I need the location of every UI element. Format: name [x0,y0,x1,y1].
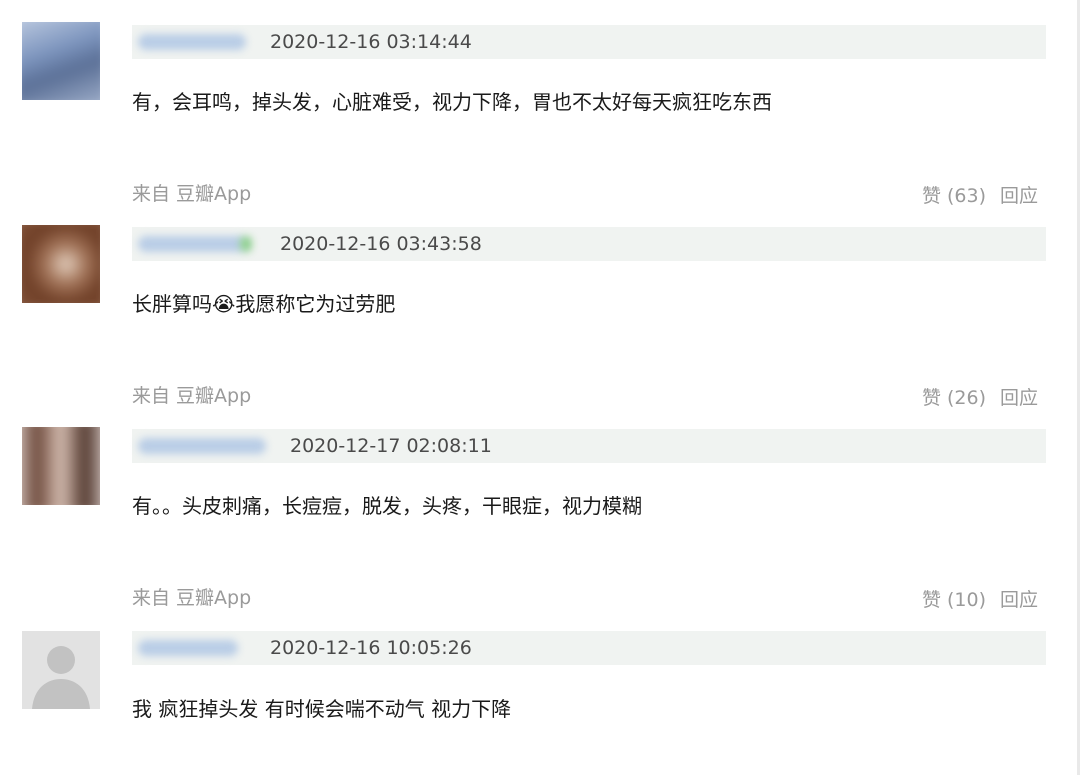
default-avatar-icon [22,631,100,709]
comment-footer: 来自 豆瓣App 赞 (26) 回应 [0,383,1080,411]
comment-text: 有，会耳鸣，掉头发，心脏难受，视力下降，胃也不太好每天疯狂吃东西 [132,90,772,114]
comment-meta-bar: 2020-12-16 10:05:26 [132,631,1046,665]
comment-footer: 来自 豆瓣App 赞 (10) 回应 [0,585,1080,613]
avatar[interactable] [22,631,100,709]
comment-text: 有。。头皮刺痛，长痘痘，脱发，头疼，干眼症，视力模糊 [132,494,642,518]
comment-source: 来自 豆瓣App [132,385,252,407]
comment-thread: 2020-12-16 03:14:44 有，会耳鸣，掉头发，心脏难受，视力下降，… [0,0,1080,775]
username[interactable] [138,640,238,656]
comment-source: 来自 豆瓣App [132,587,252,609]
like-button[interactable]: 赞 (10) [922,589,986,611]
comment-text: 长胖算吗😭我愿称它为过劳肥 [132,292,396,316]
comment-timestamp: 2020-12-17 02:08:11 [290,435,492,457]
comment-text: 我 疯狂掉头发 有时候会喘不动气 视力下降 [132,697,512,721]
comment-footer: 来自 豆瓣App 赞 (63) 回应 [0,181,1080,209]
like-button[interactable]: 赞 (26) [922,387,986,409]
user-badge [240,236,252,252]
comment-meta-bar: 2020-12-17 02:08:11 [132,429,1046,463]
like-button[interactable]: 赞 (63) [922,185,986,207]
comment-timestamp: 2020-12-16 03:43:58 [280,233,482,255]
avatar[interactable] [22,225,100,303]
avatar[interactable] [22,22,100,100]
username[interactable] [138,34,246,50]
comment-actions: 赞 (10) 回应 [922,587,1038,613]
reply-button[interactable]: 回应 [1000,387,1038,409]
comment-meta-bar: 2020-12-16 03:14:44 [132,25,1046,59]
comment-actions: 赞 (63) 回应 [922,183,1038,209]
comment-timestamp: 2020-12-16 10:05:26 [270,637,472,659]
reply-button[interactable]: 回应 [1000,589,1038,611]
username[interactable] [138,438,266,454]
avatar[interactable] [22,427,100,505]
username[interactable] [138,236,246,252]
comment-meta-bar: 2020-12-16 03:43:58 [132,227,1046,261]
comment-source: 来自 豆瓣App [132,183,252,205]
comment-actions: 赞 (26) 回应 [922,385,1038,411]
comment-timestamp: 2020-12-16 03:14:44 [270,31,472,53]
reply-button[interactable]: 回应 [1000,185,1038,207]
